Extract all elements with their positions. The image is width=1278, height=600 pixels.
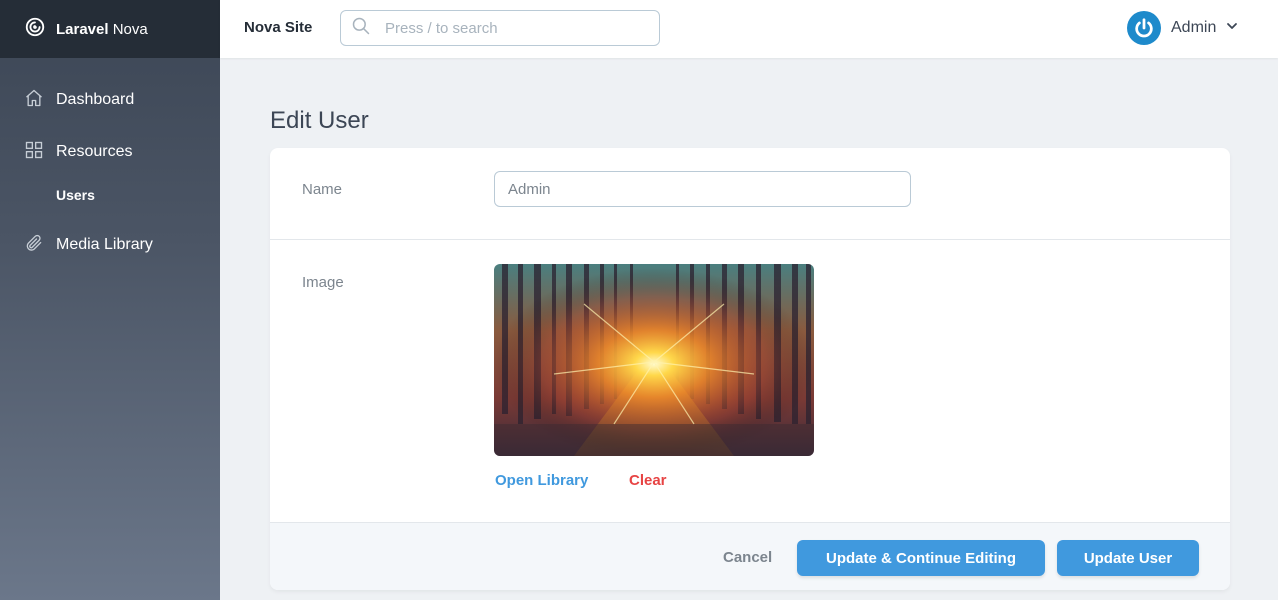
- top-header: Nova Site Admin: [220, 0, 1278, 58]
- image-preview: [494, 264, 814, 456]
- grid-icon: [24, 140, 44, 165]
- cancel-button[interactable]: Cancel: [723, 549, 772, 566]
- sidebar-item-resources[interactable]: Resources: [0, 140, 132, 164]
- name-label: Name: [302, 181, 343, 198]
- search-icon: [351, 16, 371, 41]
- home-icon: [24, 88, 44, 113]
- image-label: Image: [302, 274, 344, 291]
- name-field-row: Name: [270, 148, 1230, 240]
- search-input[interactable]: [385, 19, 645, 37]
- sidebar-item-media-library[interactable]: Media Library: [0, 233, 153, 257]
- brand[interactable]: Laravel Nova: [0, 0, 220, 58]
- form-footer: Cancel Update & Continue Editing Update …: [270, 522, 1230, 590]
- user-name: Admin: [1171, 19, 1217, 36]
- sidebar-item-label: Media Library: [56, 236, 153, 253]
- page-title: Edit User: [270, 107, 369, 134]
- edit-form-card: Name Image: [270, 148, 1230, 590]
- sidebar-item-users[interactable]: Users: [0, 187, 95, 203]
- chevron-down-icon: [1226, 19, 1238, 37]
- sidebar-item-dashboard[interactable]: Dashboard: [0, 88, 134, 112]
- clear-image-link[interactable]: Clear: [629, 472, 667, 489]
- update-user-button[interactable]: Update User: [1057, 540, 1199, 576]
- sidebar-item-label: Dashboard: [56, 91, 135, 108]
- search-box[interactable]: [340, 10, 660, 46]
- laravel-logo-icon: [24, 16, 46, 43]
- paperclip-icon: [24, 233, 44, 258]
- site-name[interactable]: Nova Site: [244, 19, 312, 36]
- update-continue-button[interactable]: Update & Continue Editing: [797, 540, 1045, 576]
- brand-name: Laravel Nova: [56, 20, 148, 38]
- open-library-link[interactable]: Open Library: [495, 472, 588, 489]
- user-menu[interactable]: Admin: [1127, 11, 1238, 45]
- avatar: [1127, 11, 1161, 45]
- sidebar-item-label: Resources: [56, 143, 133, 160]
- sidebar: Laravel Nova Dashboard Resources Users M…: [0, 0, 220, 600]
- name-field[interactable]: [494, 171, 911, 207]
